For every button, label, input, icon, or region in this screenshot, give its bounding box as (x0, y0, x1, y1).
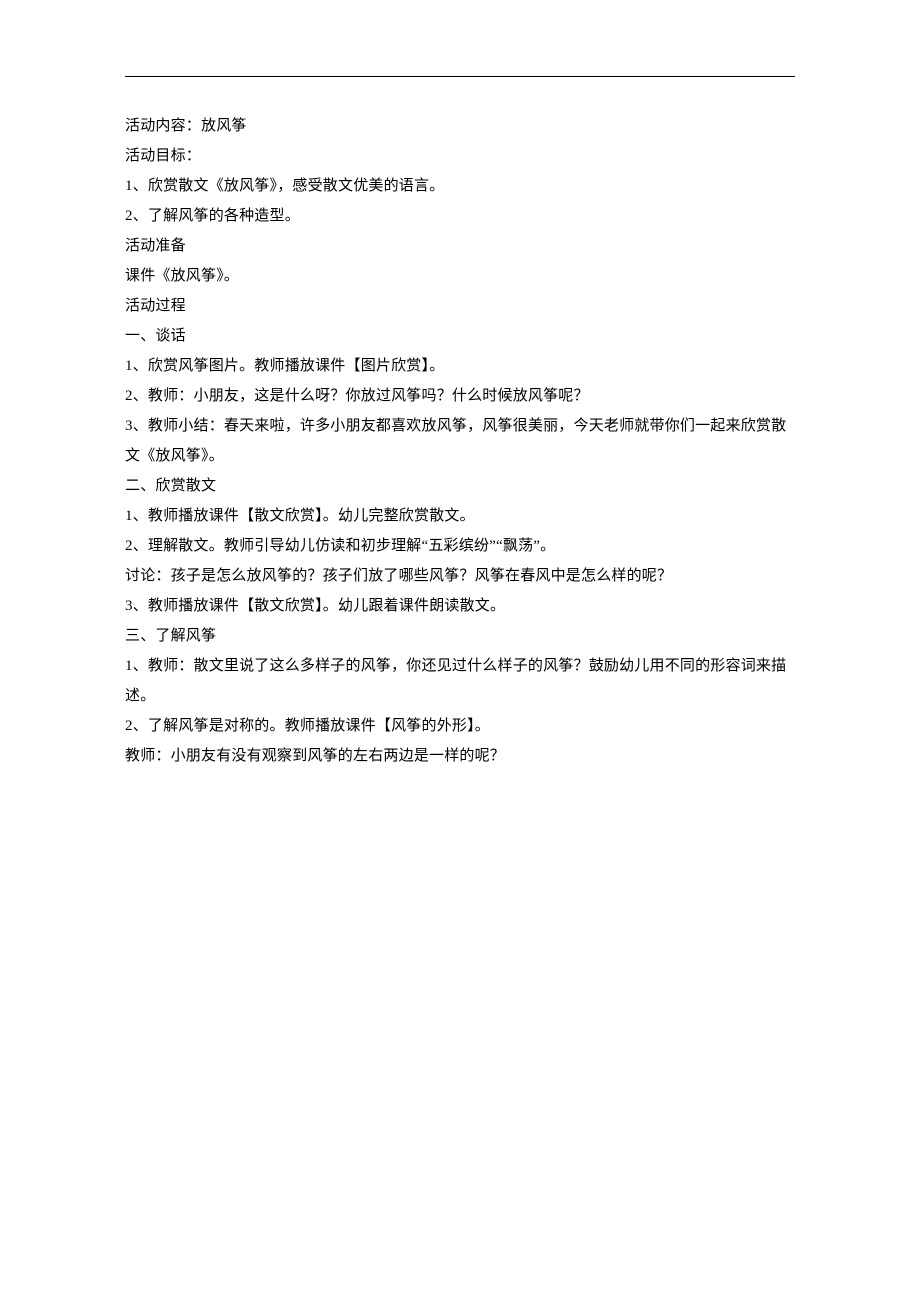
line-section-1-item-2: 2、教师：小朋友，这是什么呀？你放过风筝吗？什么时候放风筝呢？ (125, 381, 795, 411)
line-section-3-teacher: 教师：小朋友有没有观察到风筝的左右两边是一样的呢？ (125, 741, 795, 771)
horizontal-rule (125, 76, 795, 77)
line-goal-1: 1、欣赏散文《放风筝》，感受散文优美的语言。 (125, 171, 795, 201)
line-activity-process-heading: 活动过程 (125, 291, 795, 321)
line-activity-content: 活动内容：放风筝 (125, 111, 795, 141)
line-section-2-item-2: 2、理解散文。教师引导幼儿仿读和初步理解“五彩缤纷”“飘荡”。 (125, 531, 795, 561)
line-prep-detail: 课件《放风筝》。 (125, 261, 795, 291)
line-section-2: 二、欣赏散文 (125, 471, 795, 501)
line-section-2-discussion: 讨论：孩子是怎么放风筝的？孩子们放了哪些风筝？风筝在春风中是怎么样的呢？ (125, 561, 795, 591)
line-section-1-item-3: 3、教师小结：春天来啦，许多小朋友都喜欢放风筝，风筝很美丽，今天老师就带你们一起… (125, 411, 795, 471)
document-body: 活动内容：放风筝 活动目标： 1、欣赏散文《放风筝》，感受散文优美的语言。 2、… (125, 111, 795, 771)
line-section-2-item-3: 3、教师播放课件【散文欣赏】。幼儿跟着课件朗读散文。 (125, 591, 795, 621)
line-section-3-item-1: 1、教师：散文里说了这么多样子的风筝，你还见过什么样子的风筝？鼓励幼儿用不同的形… (125, 651, 795, 711)
line-activity-goal-heading: 活动目标： (125, 141, 795, 171)
line-section-3-item-2: 2、了解风筝是对称的。教师播放课件【风筝的外形】。 (125, 711, 795, 741)
line-section-1: 一、谈话 (125, 321, 795, 351)
line-activity-prep-heading: 活动准备 (125, 231, 795, 261)
document-page: 活动内容：放风筝 活动目标： 1、欣赏散文《放风筝》，感受散文优美的语言。 2、… (0, 0, 920, 771)
line-section-1-item-1: 1、欣赏风筝图片。教师播放课件【图片欣赏】。 (125, 351, 795, 381)
line-goal-2: 2、了解风筝的各种造型。 (125, 201, 795, 231)
line-section-3: 三、了解风筝 (125, 621, 795, 651)
line-section-2-item-1: 1、教师播放课件【散文欣赏】。幼儿完整欣赏散文。 (125, 501, 795, 531)
